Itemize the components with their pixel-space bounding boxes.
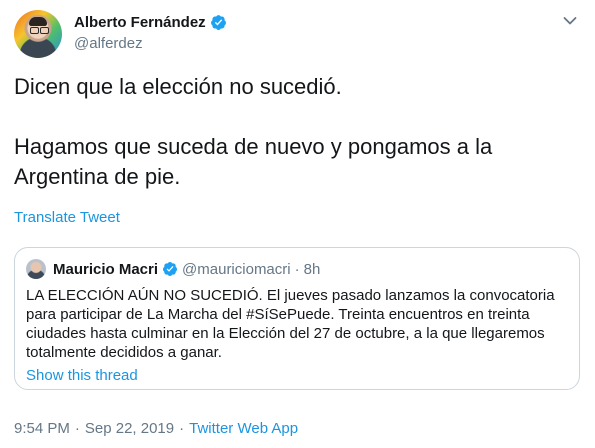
quoted-tweet-time: 8h	[303, 260, 321, 278]
author-display-name[interactable]: Alberto Fernández	[74, 14, 206, 31]
meta-separator: ·	[179, 420, 185, 437]
quoted-tweet-text: LA ELECCIÓN AÚN NO SUCEDIÓ. El jueves pa…	[26, 287, 555, 361]
quoted-tweet-card[interactable]: Mauricio Macri @mauriciomacri · 8h LA EL…	[14, 247, 580, 390]
chevron-down-icon[interactable]	[563, 16, 577, 26]
author-name-row: Alberto Fernández	[74, 14, 227, 31]
avatar-hair	[29, 17, 47, 26]
meta-separator: ·	[74, 420, 80, 437]
tweet-header: Alberto Fernández @alferdez	[14, 10, 581, 60]
tweet-paragraph: Dicen que la elección no sucedió.	[14, 74, 342, 99]
quoted-meta-separator: ·	[294, 260, 300, 278]
quoted-tweet-header: Mauricio Macri @mauriciomacri · 8h	[26, 259, 320, 279]
tweet-text: Dicen que la elección no sucedió. Hagamo…	[14, 72, 574, 192]
avatar-glasses-right	[40, 27, 49, 34]
quoted-author-handle: @mauriciomacri	[182, 260, 291, 278]
tweet-time[interactable]: 9:54 PM	[14, 420, 70, 437]
tweet-paragraph: Hagamos que suceda de nuevo y pongamos a…	[14, 134, 493, 189]
author-avatar[interactable]	[14, 10, 62, 58]
avatar-glasses-left	[30, 27, 39, 34]
verified-badge-icon	[210, 15, 226, 30]
tweet-source-link[interactable]: Twitter Web App	[189, 420, 298, 437]
show-thread-link[interactable]: Show this thread	[26, 367, 138, 384]
tweet-date[interactable]: Sep 22, 2019	[85, 420, 174, 437]
tweet-meta: 9:54 PM · Sep 22, 2019 · Twitter Web App	[14, 420, 298, 437]
author-handle[interactable]: @alferdez	[74, 35, 143, 52]
quoted-author-display-name: Mauricio Macri	[53, 260, 159, 278]
quoted-author-avatar	[26, 259, 46, 279]
translate-tweet-link[interactable]: Translate Tweet	[14, 209, 120, 226]
verified-badge-icon	[163, 262, 178, 276]
